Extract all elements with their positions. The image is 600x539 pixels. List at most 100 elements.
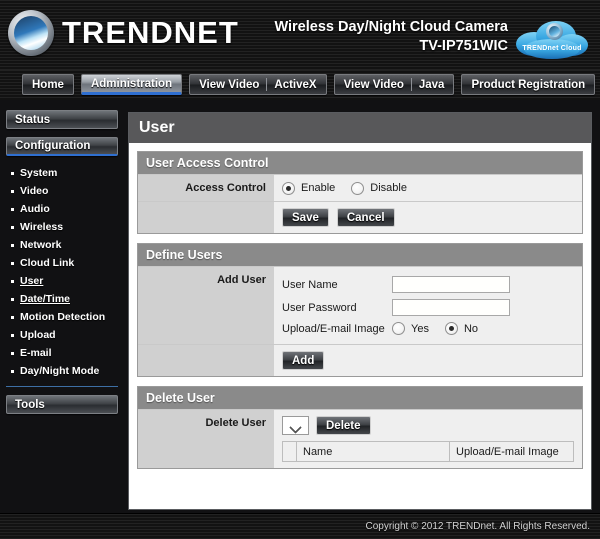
sidebar-item-motion-detection-label: Motion Detection [20, 311, 106, 323]
access-control-actions-row: Save Cancel [138, 201, 582, 233]
cloud-icon: TRENDnet Cloud [512, 16, 592, 62]
users-table-col-name: Name [296, 441, 450, 462]
radio-yes-icon[interactable] [392, 322, 405, 335]
user-name-label: User Name [282, 278, 338, 291]
define-users-title: Define Users [138, 244, 582, 266]
delete-user-label: Delete User [138, 410, 274, 468]
sidebar-item-cloud-link-label: Cloud Link [20, 257, 75, 269]
content-panel: User User Access Control Access Control … [128, 112, 592, 510]
sidebar-item-upload-label: Upload [20, 329, 56, 341]
sidebar-item-day-night-mode[interactable]: Day/Night Mode [6, 362, 118, 380]
radio-disable-icon[interactable] [351, 181, 365, 195]
main-navigation: Home Administration View Video ActiveX V… [0, 70, 600, 100]
user-name-field-row: User Name [282, 276, 574, 293]
tab-divider [410, 78, 412, 91]
sidebar-item-audio[interactable]: Audio [6, 200, 118, 218]
access-control-enable-option[interactable]: Enable [282, 181, 336, 195]
radio-enable-icon[interactable] [282, 181, 295, 195]
add-button-cell: Add [274, 345, 582, 376]
tab-home[interactable]: Home [22, 74, 74, 95]
sidebar-item-wireless-label: Wireless [20, 221, 64, 233]
sidebar-item-system-label: System [20, 167, 58, 179]
users-table: Name Upload/E-mail Image [282, 441, 574, 462]
sidebar-item-tools[interactable]: Tools [6, 395, 118, 414]
sidebar-item-motion-detection[interactable]: Motion Detection [6, 308, 118, 326]
access-control-enable-label: Enable [301, 182, 336, 194]
access-control-disable-label: Disable [370, 182, 407, 194]
add-button[interactable]: Add [282, 351, 325, 370]
sidebar-item-cloud-link[interactable]: Cloud Link [6, 254, 118, 272]
tab-view-video-java[interactable]: View Video Java [333, 74, 455, 95]
delete-button[interactable]: Delete [316, 416, 371, 435]
sidebar-item-date-time[interactable]: Date/Time [6, 290, 118, 308]
brand-logo: TRENDNET [8, 10, 239, 56]
page-footer: Copyright © 2012 TRENDnet. All Rights Re… [0, 513, 600, 539]
page-title: User [129, 113, 591, 143]
tab-home-label: Home [32, 78, 64, 91]
upload-email-no-option[interactable]: No [444, 322, 478, 335]
access-control-label: Access Control [138, 175, 274, 201]
radio-no-icon[interactable] [444, 322, 458, 335]
tab-divider [266, 78, 268, 91]
users-table-col-upload-email: Upload/E-mail Image [449, 441, 574, 462]
sidebar: Status Configuration System Video Audio … [6, 110, 118, 414]
delete-user-select[interactable] [282, 416, 309, 435]
sidebar-item-wireless[interactable]: Wireless [6, 218, 118, 236]
actions-spacer [138, 202, 274, 233]
tab-administration[interactable]: Administration [80, 74, 183, 95]
sidebar-item-configuration[interactable]: Configuration [6, 137, 118, 156]
delete-user-control-row: Delete [282, 416, 379, 435]
copyright-text: Copyright © 2012 TRENDnet. All Rights Re… [365, 521, 590, 532]
users-table-header-row: Name Upload/E-mail Image [282, 441, 574, 462]
tab-view-video-activex-mode: ActiveX [274, 78, 317, 91]
user-access-control-card: User Access Control Access Control Enabl… [137, 151, 583, 234]
access-control-disable-option[interactable]: Disable [351, 181, 407, 195]
sidebar-item-network-label: Network [20, 239, 62, 251]
user-password-field-row: User Password [282, 299, 574, 316]
delete-user-title: Delete User [138, 387, 582, 409]
sidebar-item-date-time-label: Date/Time [20, 293, 70, 305]
sidebar-item-system[interactable]: System [6, 164, 118, 182]
add-user-action-row: Add [138, 344, 582, 376]
user-password-input[interactable] [392, 299, 510, 316]
delete-user-controls: Delete Name Upload/E-mail Image [274, 410, 582, 468]
page-header: TRENDNET Wireless Day/Night Cloud Camera… [0, 0, 600, 70]
access-control-row: Access Control Enable Disable [138, 174, 582, 201]
sidebar-item-status[interactable]: Status [6, 110, 118, 129]
upload-email-image-row: Upload/E-mail Image Yes No [282, 322, 574, 335]
cancel-button[interactable]: Cancel [336, 208, 395, 227]
trendnet-circle-logo-icon [8, 10, 54, 56]
cloud-badge-label: TRENDnet Cloud [522, 45, 582, 52]
sidebar-item-user[interactable]: User [6, 272, 118, 290]
tab-view-video-activex[interactable]: View Video ActiveX [189, 74, 327, 95]
access-control-buttons: Save Cancel [274, 202, 582, 233]
add-user-label: Add User [138, 267, 274, 344]
sidebar-tools-label: Tools [15, 398, 45, 411]
define-users-card: Define Users Add User User Name User Pas… [137, 243, 583, 377]
save-button[interactable]: Save [282, 208, 329, 227]
sidebar-item-upload[interactable]: Upload [6, 326, 118, 344]
tab-product-registration-label: Product Registration [471, 78, 586, 91]
sidebar-item-user-label: User [20, 275, 44, 287]
brand-name: TRENDNET [62, 15, 239, 50]
sidebar-item-video[interactable]: Video [6, 182, 118, 200]
product-name: Wireless Day/Night Cloud Camera TV-IP751… [274, 18, 508, 56]
sidebar-item-audio-label: Audio [20, 203, 50, 215]
add-user-fields: User Name User Password Upload/E-mail Im… [274, 267, 582, 344]
sidebar-item-email[interactable]: E-mail [6, 344, 118, 362]
user-access-control-title: User Access Control [138, 152, 582, 174]
sidebar-item-network[interactable]: Network [6, 236, 118, 254]
product-model: TV-IP751WIC [419, 38, 508, 54]
upload-email-yes-option[interactable]: Yes [392, 322, 429, 335]
delete-user-card: Delete User Delete User Delete Name Uplo… [137, 386, 583, 469]
sidebar-item-day-night-mode-label: Day/Night Mode [20, 365, 100, 377]
users-table-col-select [282, 441, 297, 462]
sidebar-item-video-label: Video [20, 185, 49, 197]
user-password-label: User Password [282, 301, 357, 314]
delete-user-row: Delete User Delete Name Upload/E-mail Im… [138, 409, 582, 468]
tab-product-registration[interactable]: Product Registration [461, 74, 596, 95]
tab-view-video-activex-label: View Video [199, 78, 260, 91]
tab-administration-label: Administration [90, 77, 173, 90]
user-name-input[interactable] [392, 276, 510, 293]
configuration-menu: System Video Audio Wireless Network Clou… [6, 164, 118, 387]
